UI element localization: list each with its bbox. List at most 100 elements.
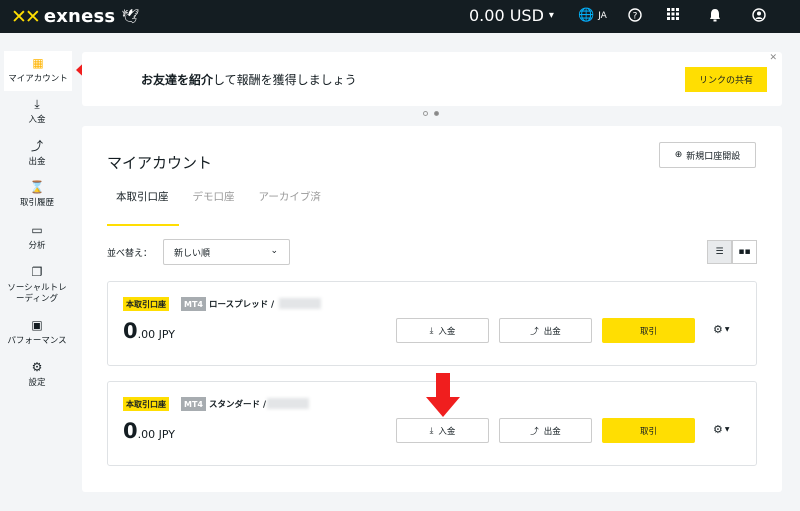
account-settings-menu[interactable]: ⚙ ▼ xyxy=(713,423,730,436)
balance-integer: 0 xyxy=(123,319,138,343)
page-title: マイアカウント xyxy=(107,154,213,172)
button-label: 新規口座開設 xyxy=(686,151,741,162)
sidebar-item-analytics[interactable]: ▭ 分析 xyxy=(4,223,70,252)
upload-icon: ⤴ xyxy=(30,139,43,153)
deposit-button[interactable]: ⤓ 入金 xyxy=(396,318,489,343)
globe-icon: 🌐 xyxy=(578,8,595,23)
account-type-badge: 本取引口座 xyxy=(123,297,169,311)
account-name: ロースプレッド / xyxy=(209,300,275,310)
account-number-redacted xyxy=(279,298,321,309)
carousel-dots xyxy=(423,111,439,116)
sidebar-item-settings[interactable]: ⚙ 設定 xyxy=(4,360,70,389)
exness-logo[interactable]: ✕✕ exness 🕊 xyxy=(11,6,139,28)
balance-value: 0.00 USD xyxy=(469,6,544,25)
button-label: 入金 xyxy=(438,326,456,337)
hourglass-icon: ⌛ xyxy=(29,180,45,194)
chevron-down-icon: ▼ xyxy=(724,426,730,433)
sort-label: 並べ替え： xyxy=(107,249,153,259)
sidebar-item-label: 入金 xyxy=(28,115,46,125)
profile-button[interactable] xyxy=(752,8,766,22)
account-balance: 0.00 JPY xyxy=(123,319,175,343)
tab-demo[interactable]: デモ口座 xyxy=(183,189,245,226)
account-name: スタンダード / xyxy=(209,400,267,410)
withdraw-button[interactable]: ⤴ 出金 xyxy=(499,318,592,343)
banner-text: お友達を紹介して報酬を獲得しましょう xyxy=(141,71,357,88)
account-number-redacted xyxy=(267,398,309,409)
grid-icon: ▦ xyxy=(32,55,44,70)
sidebar-item-label: パフォーマンス xyxy=(7,336,67,346)
carousel-dot[interactable] xyxy=(423,111,428,116)
svg-text:?: ? xyxy=(633,12,638,22)
platform-badge: MT4 xyxy=(181,397,206,411)
platform-badge: MT4 xyxy=(181,297,206,311)
button-label: 出金 xyxy=(543,326,561,337)
language-selector[interactable]: 🌐 JA xyxy=(578,8,607,23)
annotation-arrow-down-icon xyxy=(426,373,460,417)
performance-icon: ▣ xyxy=(31,318,43,332)
plus-circle-icon: ⊕ xyxy=(674,150,683,160)
notifications-button[interactable] xyxy=(709,8,721,22)
deposit-button[interactable]: ⤓ 入金 xyxy=(396,418,489,443)
tab-archived[interactable]: アーカイブ済 xyxy=(249,189,331,226)
analytics-icon: ▭ xyxy=(31,223,43,237)
sidebar-item-label: 出金 xyxy=(28,157,46,167)
bell-icon xyxy=(710,9,720,22)
balance-selector[interactable]: 0.00 USD ▾ xyxy=(469,6,554,25)
sort-value: 新しい順 xyxy=(174,248,211,259)
sidebar-item-label: 分析 xyxy=(28,241,46,251)
balance-integer: 0 xyxy=(123,419,138,443)
view-toggle: ☰ ▪▪ xyxy=(707,240,757,264)
sidebar-item-label: ソーシャルトレーディング xyxy=(7,283,67,304)
account-balance: 0.00 JPY xyxy=(123,419,175,443)
sidebar-item-withdraw[interactable]: ⤴ 出金 xyxy=(4,139,70,168)
download-icon: ⤓ xyxy=(429,425,434,436)
list-view-button[interactable]: ☰ xyxy=(707,240,732,264)
apps-grid-icon xyxy=(667,8,679,20)
logo-mark-icon: ✕✕ xyxy=(11,5,41,28)
tab-real[interactable]: 本取引口座 xyxy=(107,189,179,226)
logo-text: exness xyxy=(43,6,116,27)
gear-icon: ⚙ xyxy=(31,360,43,374)
gear-icon: ⚙ xyxy=(713,323,723,336)
sidebar-item-social-trading[interactable]: ❐ ソーシャルトレーディング xyxy=(4,266,70,305)
upload-icon: ⤴ xyxy=(530,326,539,337)
referral-banner: お友達を紹介して報酬を獲得しましょう リンクの共有 ✕ xyxy=(82,52,782,106)
account-card: 本取引口座 MT4 ロースプレッド / 0.00 JPY ⤓ 入金 ⤴ 出金 取引 … xyxy=(107,281,757,366)
trade-button[interactable]: 取引 xyxy=(602,318,695,343)
balance-decimal: .00 JPY xyxy=(137,428,175,441)
dove-icon: 🕊 xyxy=(121,8,140,25)
close-icon[interactable]: ✕ xyxy=(769,53,777,63)
carousel-dot-active[interactable] xyxy=(434,111,439,116)
sidebar-item-label: 取引履歴 xyxy=(19,198,54,208)
trade-button[interactable]: 取引 xyxy=(602,418,695,443)
help-button[interactable]: ? xyxy=(628,8,642,22)
balance-decimal: .00 JPY xyxy=(137,328,175,341)
account-settings-menu[interactable]: ⚙ ▼ xyxy=(713,323,730,336)
sidebar: ▦ マイアカウント ⤓ 入金 ⤴ 出金 ⌛ 取引履歴 ▭ 分析 ❐ ソーシャルト… xyxy=(0,33,76,511)
sidebar-item-deposit[interactable]: ⤓ 入金 xyxy=(4,98,70,126)
sidebar-item-label: 設定 xyxy=(28,378,46,388)
open-new-account-button[interactable]: ⊕ 新規口座開設 xyxy=(659,142,756,168)
help-icon: ? xyxy=(628,8,642,22)
gear-icon: ⚙ xyxy=(713,423,723,436)
user-icon xyxy=(752,8,766,22)
grid-icon: ▪▪ xyxy=(738,247,751,257)
account-tabs: 本取引口座 デモ口座 アーカイブ済 xyxy=(107,189,335,226)
sidebar-item-performance[interactable]: ▣ パフォーマンス xyxy=(4,318,70,347)
withdraw-button[interactable]: ⤴ 出金 xyxy=(499,418,592,443)
sidebar-item-my-account[interactable]: ▦ マイアカウント xyxy=(4,51,72,91)
share-link-button[interactable]: リンクの共有 xyxy=(685,67,767,92)
chevron-down-icon: ▼ xyxy=(724,326,730,333)
sidebar-item-history[interactable]: ⌛ 取引履歴 xyxy=(4,180,70,209)
top-bar: ✕✕ exness 🕊 0.00 USD ▾ 🌐 JA ? xyxy=(0,0,800,33)
account-type-badge: 本取引口座 xyxy=(123,397,169,411)
upload-icon: ⤴ xyxy=(530,426,539,437)
list-icon: ☰ xyxy=(715,247,724,257)
apps-button[interactable] xyxy=(667,8,679,20)
sort-select[interactable]: 新しい順 ⌄ xyxy=(163,239,290,265)
language-code: JA xyxy=(598,10,607,21)
grid-view-button[interactable]: ▪▪ xyxy=(732,240,757,264)
download-icon: ⤓ xyxy=(429,325,434,336)
chevron-down-icon: ⌄ xyxy=(270,246,278,256)
banner-text-bold: お友達を紹介 xyxy=(141,73,214,87)
